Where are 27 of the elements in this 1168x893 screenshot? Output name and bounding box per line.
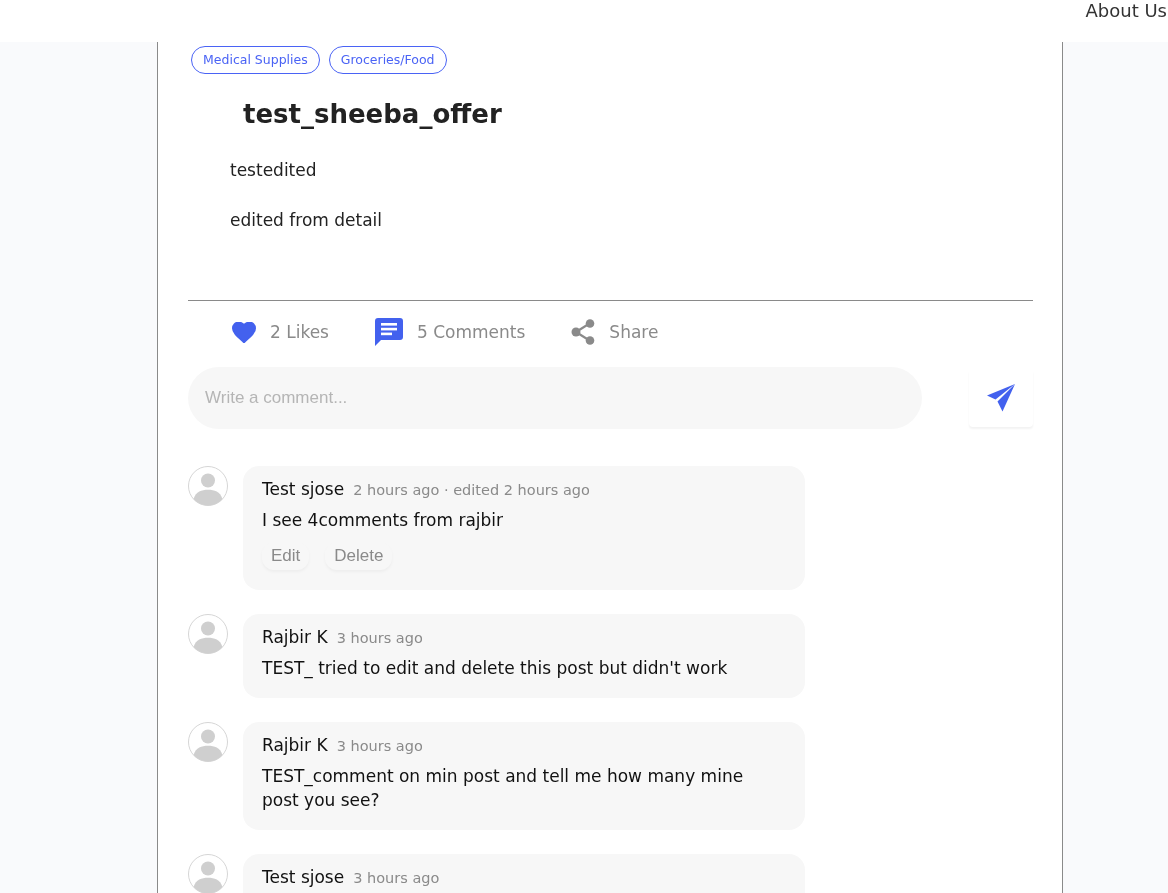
comment-text: TEST_ tried to edit and delete this post but didn't work [262, 657, 729, 680]
comment-text: TEST_comment on min post and tell me how many mine post you see? [262, 765, 745, 812]
avatar-icon [188, 614, 228, 654]
send-icon [987, 384, 1015, 412]
comment-author: Test sjose [262, 478, 345, 501]
edit-button[interactable]: Edit [262, 542, 310, 570]
comment-field[interactable]: Write a comment... [188, 367, 922, 429]
post-text: edited from detail [230, 209, 384, 232]
comment-text: I see 4comments from rajbir [262, 509, 505, 532]
about-us-link[interactable]: About Us [1085, 0, 1168, 22]
comment-icon [374, 318, 403, 346]
post-text: testedited [230, 159, 318, 182]
comment-author: Test sjose [262, 866, 345, 889]
avatar-icon [188, 722, 228, 762]
share-button[interactable]: Share [571, 319, 659, 345]
comment-time: 2 hours ago · edited 2 hours ago [353, 481, 590, 500]
comment-time: 3 hours ago [336, 737, 423, 756]
comment-author: Rajbir K [262, 626, 328, 649]
comment-author: Rajbir K [262, 734, 328, 757]
share-icon [571, 319, 596, 345]
avatar-icon [188, 466, 228, 506]
likes-button[interactable]: 2 Likes [232, 321, 329, 343]
comments-button[interactable]: 5 Comments [374, 318, 526, 346]
post-title: test_sheeba_offer [243, 98, 503, 131]
comment-time: 3 hours ago [336, 629, 423, 648]
delete-button[interactable]: Delete [325, 542, 393, 570]
comment-time: 3 hours ago [353, 869, 440, 888]
